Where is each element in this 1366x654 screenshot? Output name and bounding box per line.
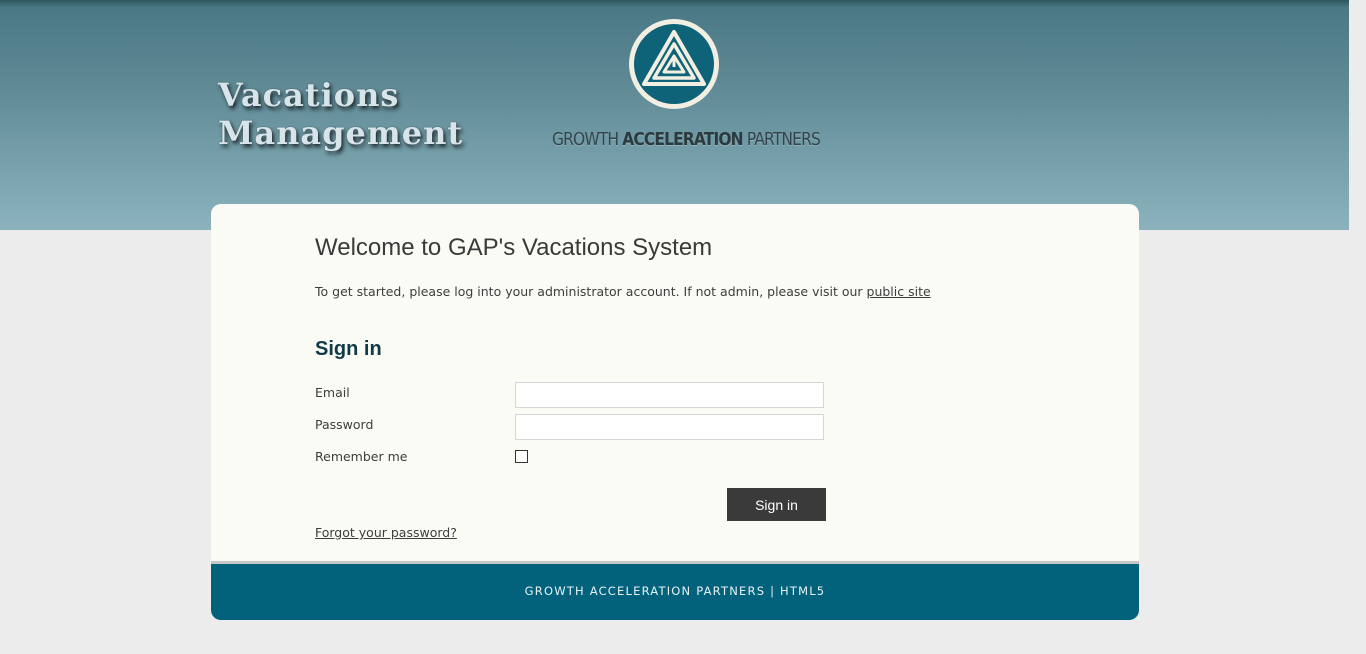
signin-heading: Sign in xyxy=(315,338,382,360)
forgot-password-link[interactable]: Forgot your password? xyxy=(315,525,457,540)
site-title-line2: Management xyxy=(218,114,464,152)
logo-text-acceleration: ACCELERATION xyxy=(622,129,743,150)
public-site-link[interactable]: public site xyxy=(867,284,931,299)
sign-in-button[interactable]: Sign in xyxy=(727,488,826,521)
site-title: Vacations Management xyxy=(218,76,463,152)
logo-wordmark: GROWTH ACCELERATION PARTNERS xyxy=(552,128,821,152)
logo-text-partners: PARTNERS xyxy=(742,129,821,150)
password-field[interactable] xyxy=(515,414,824,440)
page-title: Welcome to GAP's Vacations System xyxy=(315,234,713,261)
footer-tech: HTML5 xyxy=(780,584,826,598)
intro-text: To get started, please log into your adm… xyxy=(315,284,931,299)
main-panel: Welcome to GAP's Vacations System To get… xyxy=(211,204,1139,620)
logo-text-growth: GROWTH xyxy=(552,129,623,150)
header-banner: Vacations Management GROWTH ACCELERATION… xyxy=(0,0,1349,230)
page: Vacations Management GROWTH ACCELERATION… xyxy=(0,0,1366,654)
gap-logo-icon xyxy=(629,19,719,109)
remember-me-checkbox[interactable] xyxy=(515,450,528,463)
footer-company: GROWTH ACCELERATION PARTNERS xyxy=(524,584,766,598)
footer: GROWTH ACCELERATION PARTNERS | HTML5 xyxy=(211,561,1139,620)
footer-text: GROWTH ACCELERATION PARTNERS | HTML5 xyxy=(211,584,1139,598)
email-label: Email xyxy=(315,385,350,400)
intro-message: To get started, please log into your adm… xyxy=(315,284,867,299)
site-title-line1: Vacations xyxy=(218,76,400,114)
remember-me-label: Remember me xyxy=(315,449,408,464)
scrollbar-gutter xyxy=(1349,0,1366,654)
footer-separator: | xyxy=(770,584,776,598)
password-label: Password xyxy=(315,417,374,432)
email-field[interactable] xyxy=(515,382,824,408)
